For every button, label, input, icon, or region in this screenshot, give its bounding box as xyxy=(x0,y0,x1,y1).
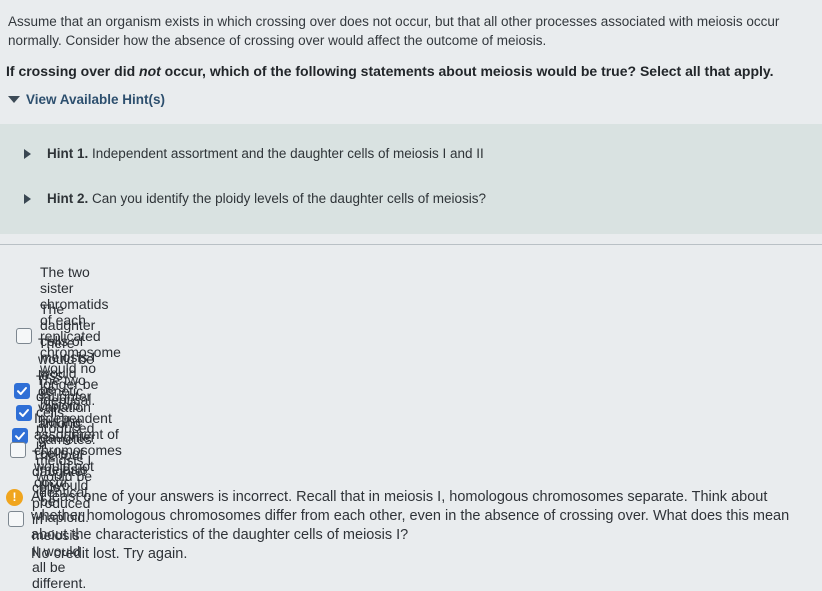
feedback-message: ! At least one of your answers is incorr… xyxy=(6,488,806,564)
section-divider xyxy=(0,244,822,245)
hint-2-label: Hint 2. xyxy=(47,191,89,206)
warning-icon: ! xyxy=(6,489,23,506)
hint-1-text: Hint 1. Independent assortment and the d… xyxy=(47,146,484,161)
view-hints-toggle[interactable]: View Available Hint(s) xyxy=(8,92,165,107)
hint-1-label: Hint 1. xyxy=(47,146,89,161)
feedback-retry: No credit lost. Try again. xyxy=(31,546,188,562)
question-emphasis: not xyxy=(139,63,161,79)
hint-2-text: Hint 2. Can you identify the ploidy leve… xyxy=(47,191,486,206)
feedback-text: At least one of your answers is incorrec… xyxy=(31,488,806,564)
hints-panel: Hint 1. Independent assortment and the d… xyxy=(0,124,822,234)
problem-intro: Assume that an organism exists in which … xyxy=(8,14,780,48)
hint-1-body: Independent assortment and the daughter … xyxy=(92,146,484,161)
hint-2-body: Can you identify the ploidy levels of th… xyxy=(92,191,487,206)
caret-right-icon xyxy=(24,193,31,204)
question-text-after: occur, which of the following statements… xyxy=(160,63,774,79)
hint-2[interactable]: Hint 2. Can you identify the ploidy leve… xyxy=(24,191,486,206)
question-text-before: If crossing over did xyxy=(6,63,140,79)
hint-1[interactable]: Hint 1. Independent assortment and the d… xyxy=(24,146,484,161)
view-hints-label: View Available Hint(s) xyxy=(26,92,166,107)
caret-right-icon xyxy=(24,148,31,159)
question-prompt: If crossing over did not occur, which of… xyxy=(6,63,818,79)
feedback-explanation: At least one of your answers is incorrec… xyxy=(31,489,790,543)
caret-down-icon xyxy=(8,96,20,103)
